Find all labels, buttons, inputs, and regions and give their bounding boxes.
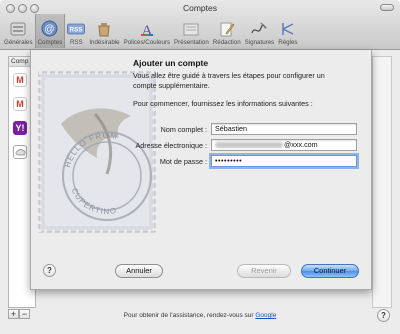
sheet-title: Ajouter un compte <box>133 58 209 68</box>
toolbar-item-signatures[interactable]: Signatures <box>243 14 277 48</box>
toolbar-item-label: Comptes <box>37 39 63 46</box>
svg-text:@: @ <box>45 24 55 35</box>
account-details-pane <box>372 56 392 308</box>
toolbar-item-label: Signatures <box>244 39 275 46</box>
back-button[interactable]: Revenir <box>237 264 291 278</box>
toolbar-toggle-button[interactable] <box>380 4 394 11</box>
compose-pencil-icon <box>218 20 236 37</box>
toolbar-item-regles[interactable]: Règles <box>276 14 299 48</box>
continue-button[interactable]: Continuer <box>301 264 359 278</box>
toolbar-item-label: Rédaction <box>212 39 241 46</box>
toolbar-item-generales[interactable]: Générales <box>2 14 35 48</box>
toolbar-item-label: Indésirable <box>89 39 120 46</box>
email-label: Adresse électronique : <box>135 141 207 150</box>
toolbar-item-label: Générales <box>4 39 33 46</box>
toolbar-item-label: Règles <box>278 39 298 46</box>
rss-icon: RSS <box>67 20 86 37</box>
toolbar-item-presentation[interactable]: Présentation <box>172 14 211 48</box>
toolbar-item-polices-couleurs[interactable]: A Polices/Couleurs <box>122 14 172 48</box>
yahoo-account-icon[interactable]: Y! <box>13 121 27 135</box>
viewing-glasses-icon <box>182 20 200 37</box>
toolbar-item-comptes[interactable]: @ Comptes <box>34 14 66 48</box>
full-name-field[interactable]: Sébastien <box>211 123 357 135</box>
toolbar-item-label: RSS <box>69 39 83 46</box>
redacted-email-user <box>215 142 283 149</box>
cloud-account-icon[interactable] <box>13 145 27 159</box>
preferences-window: Comptes Générales @ Comptes RSS RSS Indé… <box>0 0 400 334</box>
sheet-intro-text: Vous allez être guidé à travers les étap… <box>133 71 325 90</box>
toolbar-item-label: Présentation <box>174 39 209 46</box>
font-color-icon: A <box>138 20 156 37</box>
full-name-label: Nom complet : <box>160 125 207 134</box>
preferences-toolbar: Générales @ Comptes RSS RSS Indésirable <box>2 14 300 50</box>
email-field[interactable]: @xxx.com <box>211 139 357 151</box>
password-label: Mot de passe : <box>159 157 207 166</box>
sheet-instructions-text: Pour commencer, fournissez les informati… <box>133 99 313 108</box>
signature-pen-icon <box>250 20 268 37</box>
toolbar-item-rss[interactable]: RSS RSS <box>65 14 87 48</box>
toolbar-item-label: Polices/Couleurs <box>123 39 171 46</box>
assistance-link[interactable]: Google <box>255 312 276 319</box>
email-domain-text: @xxx.com <box>284 140 318 149</box>
toolbar-item-indesirable[interactable]: Indésirable <box>87 14 121 48</box>
rules-icon <box>279 20 297 37</box>
toolbar-item-redaction[interactable]: Rédaction <box>211 14 243 48</box>
sheet-help-button[interactable]: ? <box>43 264 56 277</box>
svg-text:RSS: RSS <box>70 26 83 33</box>
assistance-footer: Pour obtenir de l'assistance, rendez-vou… <box>0 312 400 319</box>
add-account-sheet: HELLO FROM CUPERTINO Ajouter un compte V… <box>30 50 372 290</box>
switch-icon <box>9 20 27 37</box>
assistance-text: Pour obtenir de l'assistance, rendez-vou… <box>123 312 256 319</box>
at-icon: @ <box>41 20 59 37</box>
password-field[interactable]: ••••••••• <box>211 155 357 167</box>
trash-bag-icon <box>95 20 113 37</box>
gmail-account-icon[interactable]: M <box>13 97 27 111</box>
title-bar: Comptes Générales @ Comptes RSS RSS Indé… <box>0 0 400 50</box>
cancel-button[interactable]: Annuler <box>115 264 163 278</box>
gmail-account-icon[interactable]: M <box>13 73 27 87</box>
window-title: Comptes <box>182 3 217 13</box>
